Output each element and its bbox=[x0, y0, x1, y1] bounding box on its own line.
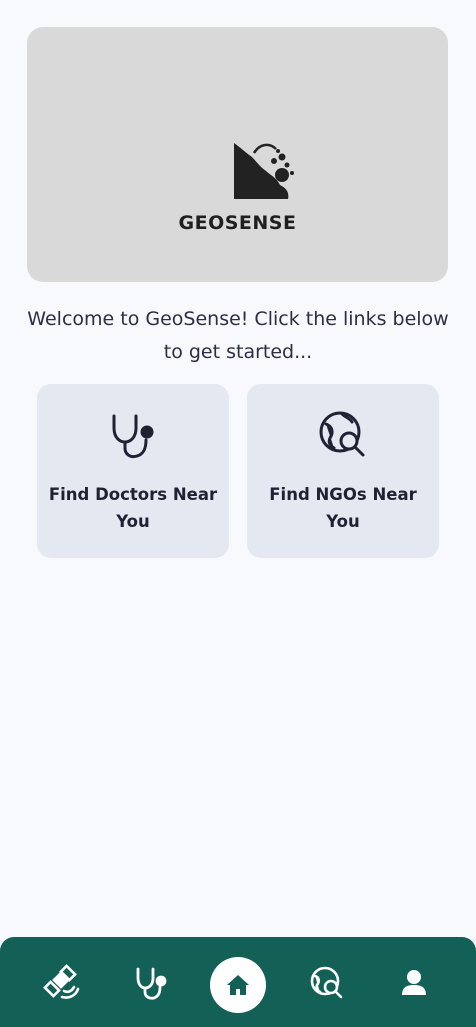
stethoscope-icon bbox=[136, 967, 167, 1000]
nav-ngos[interactable] bbox=[307, 963, 347, 1003]
globe-search-icon bbox=[310, 966, 343, 999]
landslide-logo-icon bbox=[234, 143, 294, 199]
find-doctors-card[interactable]: Find Doctors Near You bbox=[37, 384, 229, 558]
nav-home[interactable] bbox=[210, 957, 266, 1013]
stethoscope-icon bbox=[112, 414, 154, 459]
user-icon bbox=[402, 970, 426, 995]
hero-banner: GEOSENSE bbox=[27, 27, 448, 282]
nav-profile[interactable] bbox=[394, 963, 434, 1003]
app-screen: GEOSENSE Welcome to GeoSense! Click the … bbox=[0, 0, 476, 1027]
find-ngos-card[interactable]: Find NGOs Near You bbox=[247, 384, 439, 558]
welcome-message: Welcome to GeoSense! Click the links bel… bbox=[27, 308, 449, 363]
satellite-icon bbox=[43, 964, 80, 999]
nav-doctors[interactable] bbox=[131, 963, 171, 1003]
find-doctors-label: Find Doctors Near You bbox=[48, 485, 218, 531]
brand-name: GEOSENSE bbox=[178, 212, 297, 234]
bottom-navigation bbox=[0, 937, 476, 1027]
globe-search-icon bbox=[319, 411, 365, 457]
nav-satellite[interactable] bbox=[42, 963, 82, 1003]
find-ngos-label: Find NGOs Near You bbox=[269, 485, 417, 531]
home-icon bbox=[227, 975, 249, 995]
